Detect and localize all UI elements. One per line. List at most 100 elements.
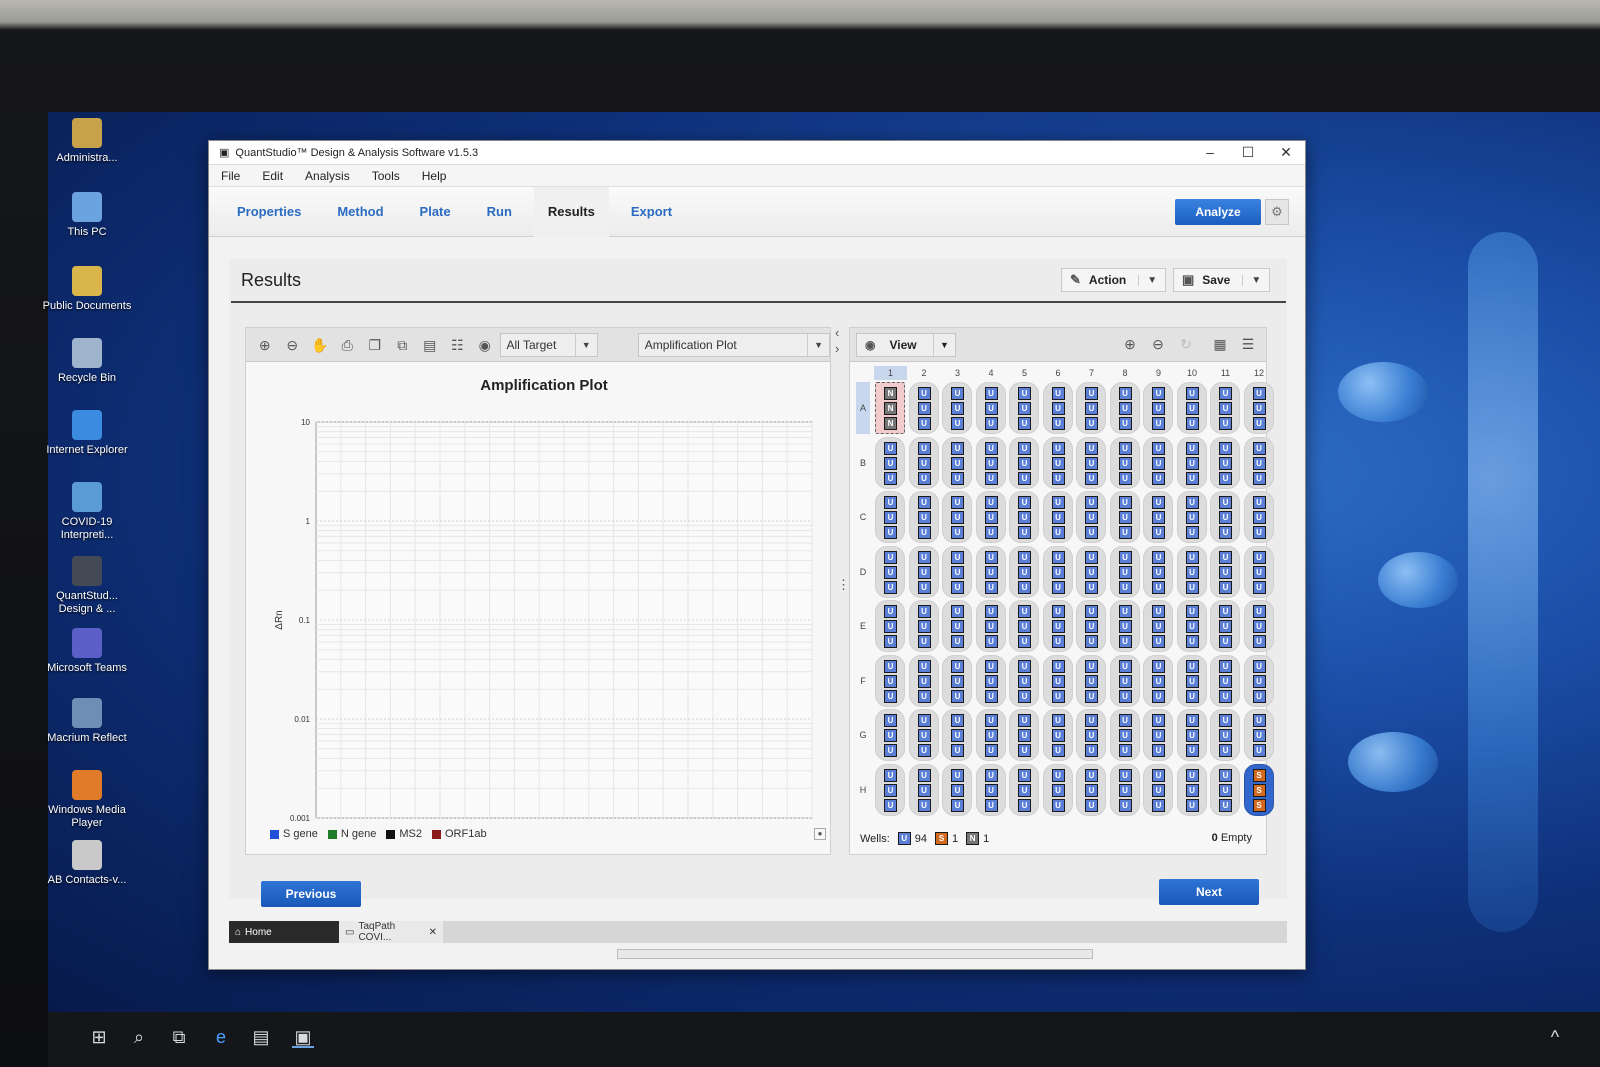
plate-well[interactable]: UUU	[975, 545, 1006, 598]
plate-well[interactable]: UUU	[1143, 545, 1173, 598]
plate-well[interactable]: UUU	[1009, 763, 1039, 816]
export-image-icon[interactable]: ⧉	[390, 332, 416, 358]
tab-run[interactable]: Run	[473, 187, 526, 237]
plate-row-header[interactable]: C	[856, 491, 870, 543]
plate-well[interactable]: UUU	[1143, 436, 1173, 489]
desktop-icon[interactable]: COVID-19 Interpreti...	[42, 482, 132, 542]
plate-column-header[interactable]: 3	[941, 366, 974, 380]
plate-well[interactable]: UUU	[1009, 709, 1039, 761]
plate-well[interactable]: UUU	[975, 436, 1006, 489]
tab-method[interactable]: Method	[323, 187, 397, 237]
chevron-right-icon[interactable]: ›	[835, 341, 839, 356]
chevron-down-icon[interactable]: ▼	[1242, 274, 1261, 286]
horizontal-scrollbar[interactable]	[617, 949, 1093, 959]
plate-column-header[interactable]: 2	[908, 366, 941, 380]
plate-well[interactable]: UUU	[1243, 600, 1274, 652]
previous-button[interactable]: Previous	[261, 881, 361, 907]
action-button[interactable]: ✎ Action ▼	[1061, 268, 1167, 292]
plate-column-header[interactable]: 1	[874, 366, 907, 380]
plate-well[interactable]: UUU	[975, 709, 1006, 761]
legend-entry[interactable]: MS2	[386, 828, 422, 840]
plate-well[interactable]: UUU	[1243, 436, 1274, 489]
desktop-icon[interactable]: Public Documents	[42, 266, 132, 313]
chevron-down-icon[interactable]: ▼	[933, 333, 955, 356]
plate-well[interactable]: UUU	[975, 382, 1006, 434]
start-icon[interactable]: ⊞	[88, 1026, 110, 1048]
plate-well[interactable]: UUU	[1009, 436, 1039, 489]
plate-well[interactable]: UUU	[1176, 654, 1207, 707]
plate-well[interactable]: UUU	[975, 654, 1006, 707]
tab-plate[interactable]: Plate	[406, 187, 465, 237]
gear-icon[interactable]: ⚙	[1265, 199, 1289, 225]
menu-analysis[interactable]: Analysis	[305, 169, 350, 183]
minimize-button[interactable]: –	[1191, 144, 1229, 161]
plate-row-header[interactable]: A	[856, 382, 870, 434]
plate-well[interactable]: UUU	[1210, 382, 1240, 434]
plate-well[interactable]: UUU	[1076, 545, 1106, 598]
plate-well[interactable]: UUU	[875, 600, 905, 652]
plate-well[interactable]: UUU	[1176, 382, 1207, 434]
plate-well[interactable]: UUU	[975, 491, 1006, 543]
plate-well[interactable]: UUU	[875, 436, 905, 489]
desktop-icon[interactable]: Recycle Bin	[42, 338, 132, 385]
plate-well[interactable]: UUU	[942, 436, 972, 489]
desktop-icon[interactable]: Windows Media Player	[42, 770, 132, 830]
plate-well[interactable]: UUU	[1042, 382, 1073, 434]
plate-well[interactable]: UUU	[1076, 709, 1106, 761]
plate-well[interactable]: UUU	[1210, 436, 1240, 489]
panel-splitter[interactable]: ‹ › ⋮	[833, 325, 850, 855]
plate-well[interactable]: UUU	[1210, 709, 1240, 761]
plate-well[interactable]: UUU	[908, 709, 939, 761]
close-button[interactable]: ✕	[1267, 144, 1305, 161]
plate-column-header[interactable]: 9	[1142, 366, 1175, 380]
chevron-down-icon[interactable]: ▼	[1138, 274, 1157, 286]
chevron-down-icon[interactable]: ▼	[807, 333, 829, 356]
plate-row-header[interactable]: F	[856, 655, 870, 707]
plate-well[interactable]: UUU	[1109, 600, 1140, 652]
plate-well[interactable]: UUU	[1176, 545, 1207, 598]
plate-well[interactable]: UUU	[1176, 491, 1207, 543]
plate-column-header[interactable]: 8	[1109, 366, 1142, 380]
plate-well[interactable]: NNN	[875, 382, 905, 434]
desktop-icon[interactable]: Microsoft Teams	[42, 628, 132, 675]
plate-column-header[interactable]: 6	[1042, 366, 1075, 380]
legend-entry[interactable]: ORF1ab	[431, 828, 487, 840]
plate-well[interactable]: UUU	[1243, 654, 1274, 707]
plate-row-header[interactable]: H	[856, 764, 870, 816]
legend-options-icon[interactable]: ☷	[445, 332, 471, 358]
tab-properties[interactable]: Properties	[223, 187, 315, 237]
plate-column-header[interactable]: 12	[1243, 366, 1276, 380]
plate-well[interactable]: UUU	[1243, 545, 1274, 598]
plate-column-header[interactable]: 11	[1209, 366, 1242, 380]
plate-well[interactable]: UUU	[1243, 491, 1274, 543]
plate-well[interactable]: UUU	[1009, 600, 1039, 652]
plate-row-header[interactable]: B	[856, 437, 870, 489]
plate-well[interactable]: UUU	[875, 709, 905, 761]
plate-well[interactable]: UUU	[1076, 763, 1106, 816]
plate-well[interactable]: UUU	[942, 709, 972, 761]
desktop-icon[interactable]: QuantStud... Design & ...	[42, 556, 132, 616]
plate-well[interactable]: UUU	[1243, 382, 1274, 434]
plate-well[interactable]: UUU	[908, 600, 939, 652]
plate-well[interactable]: UUU	[1210, 491, 1240, 543]
plate-well[interactable]: UUU	[875, 654, 905, 707]
tab-results[interactable]: Results	[533, 186, 609, 237]
zoom-in-icon[interactable]: ⊕	[252, 332, 278, 358]
plate-well[interactable]: UUU	[975, 763, 1006, 816]
zoom-out-icon[interactable]: ⊖	[1146, 332, 1170, 356]
task-view-icon[interactable]: ⧉	[168, 1026, 190, 1048]
menu-help[interactable]: Help	[422, 169, 447, 183]
plate-well[interactable]: UUU	[1210, 600, 1240, 652]
doc-tab-home[interactable]: ⌂ Home	[229, 921, 339, 943]
print-icon[interactable]: ⎙	[335, 332, 361, 358]
menu-edit[interactable]: Edit	[262, 169, 283, 183]
menu-file[interactable]: File	[221, 169, 240, 183]
plate-well[interactable]: UUU	[908, 654, 939, 707]
plate-well[interactable]: UUU	[1176, 600, 1207, 652]
plate-well[interactable]: UUU	[1176, 436, 1207, 489]
plate-row-header[interactable]: E	[856, 600, 870, 652]
plate-well[interactable]: UUU	[1042, 654, 1073, 707]
plot-type-select[interactable]: Amplification Plot ▼	[637, 332, 831, 357]
plate-well[interactable]: UUU	[908, 436, 939, 489]
quantstudio-taskbar-icon[interactable]: ▣	[292, 1026, 314, 1048]
